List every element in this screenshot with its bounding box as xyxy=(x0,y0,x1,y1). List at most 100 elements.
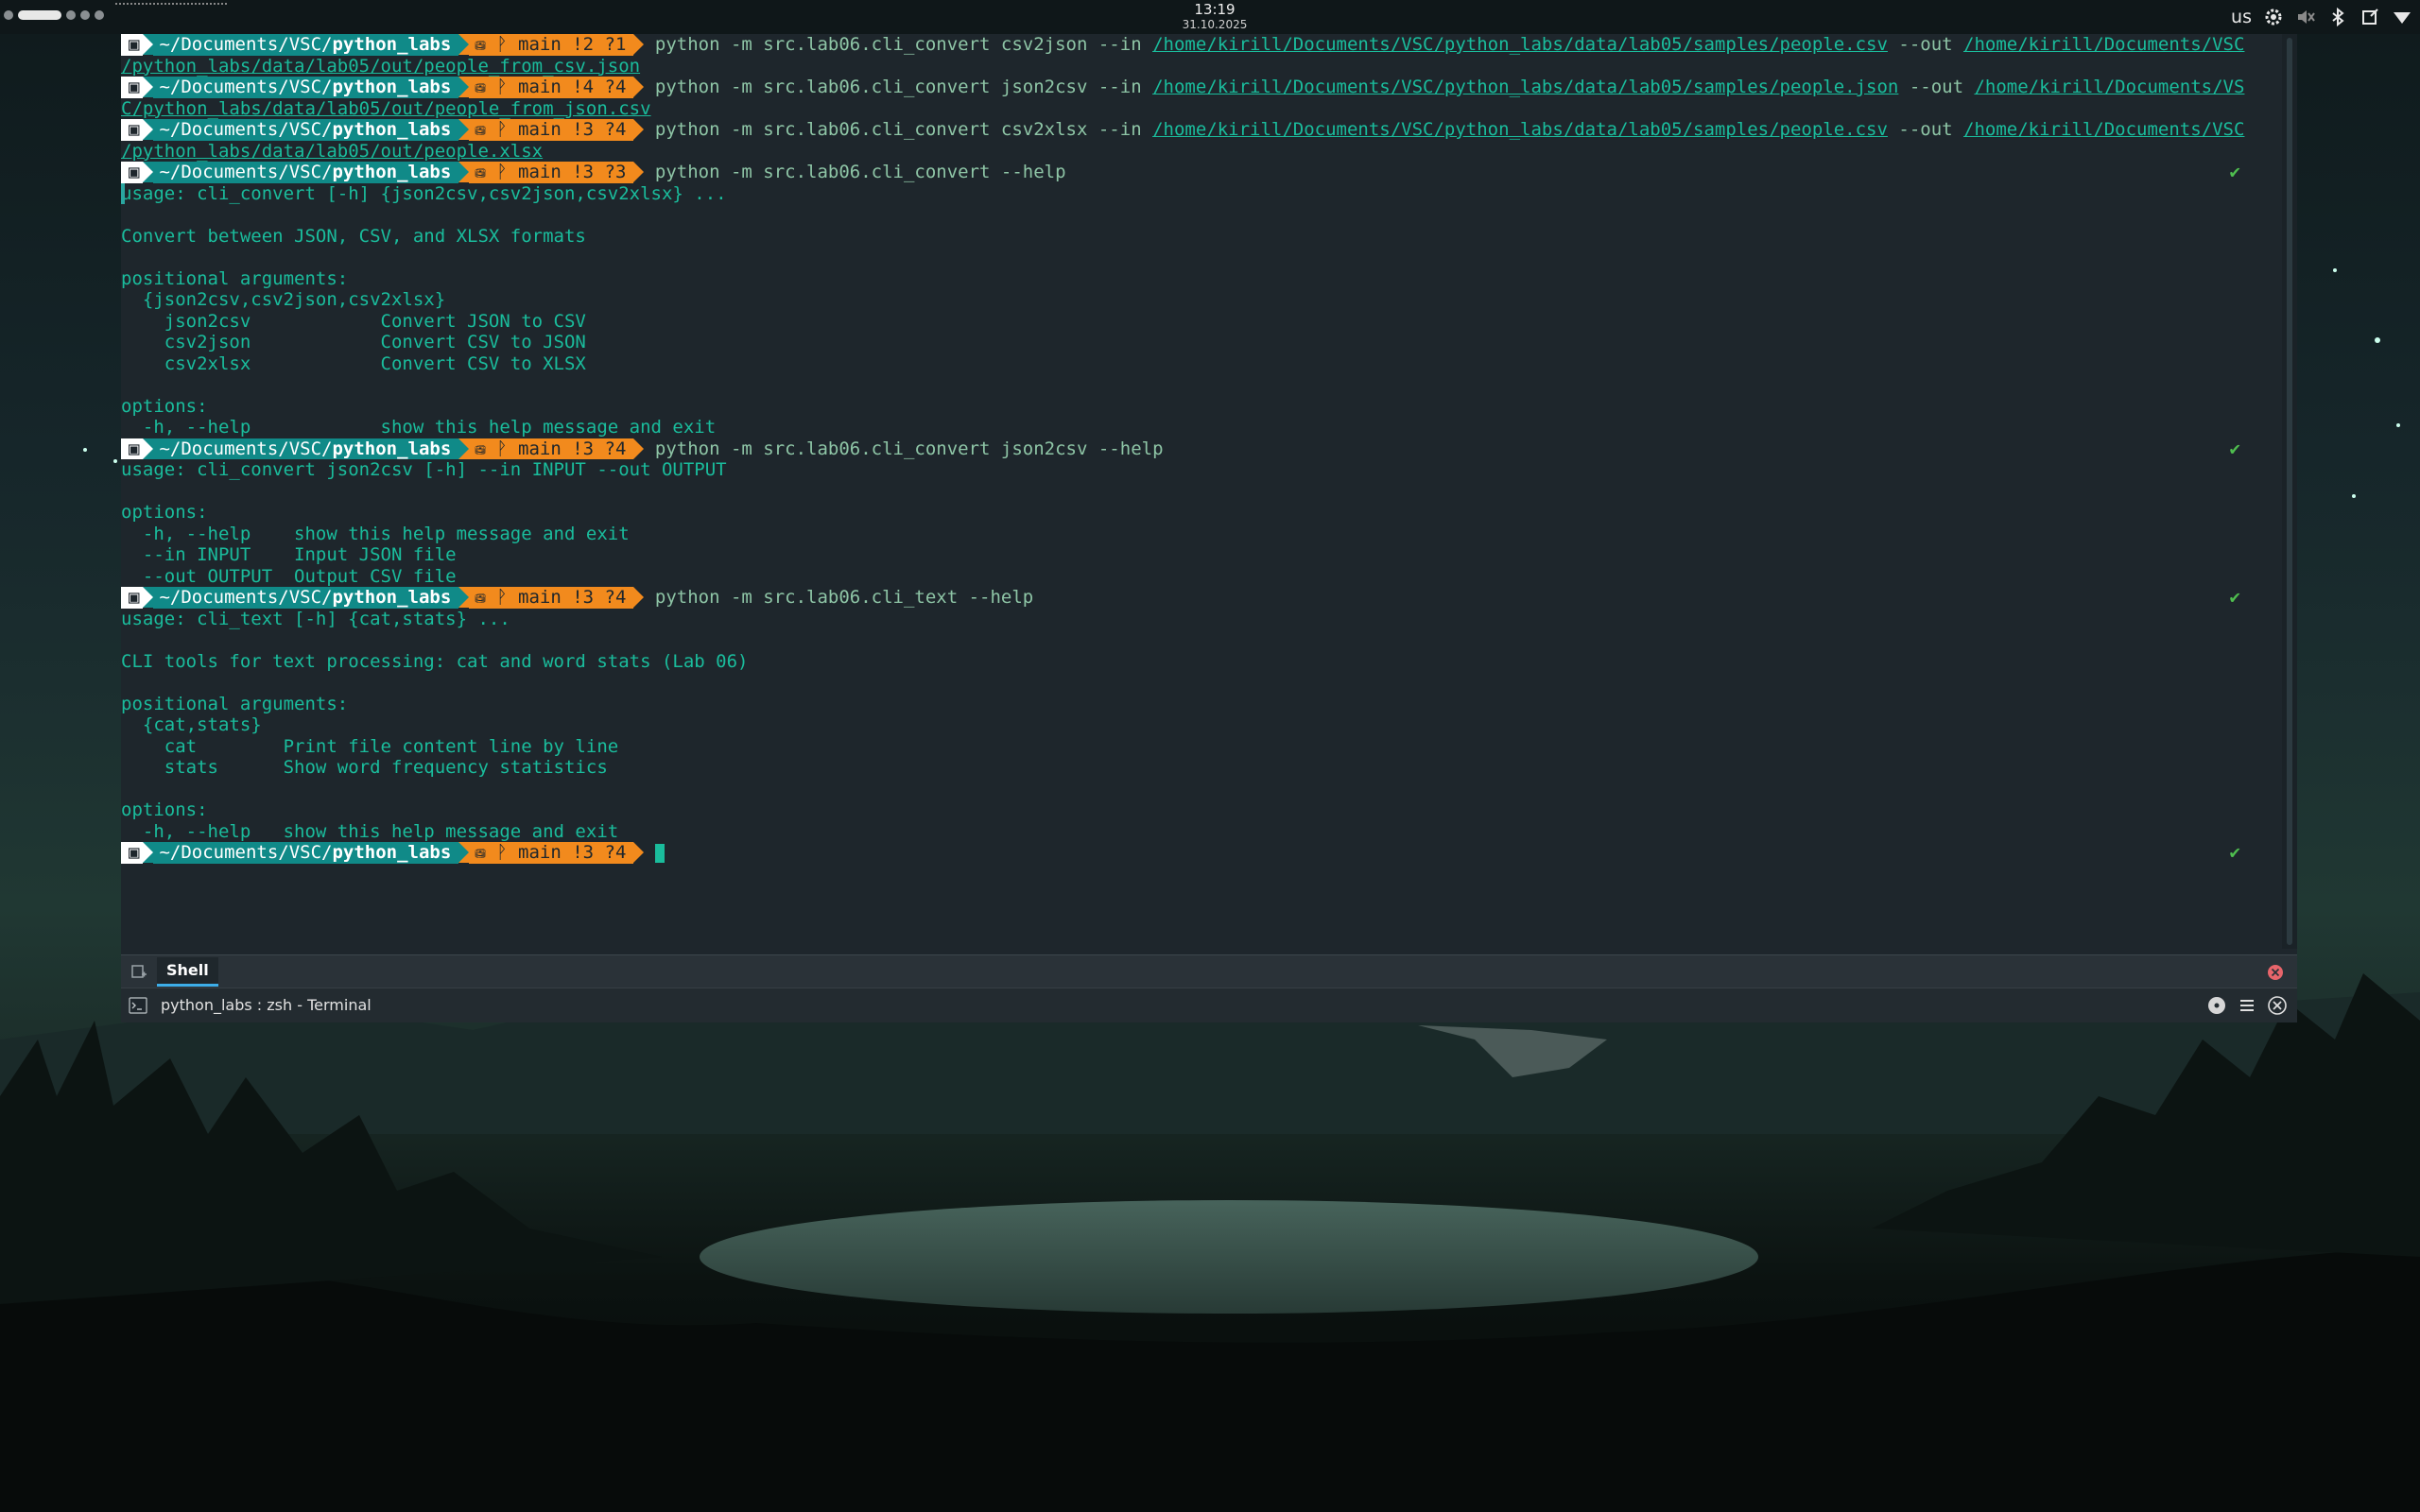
keyboard-layout[interactable]: us xyxy=(2231,7,2252,27)
prompt-line: ▣ ~/Documents/VSC/python_labs ⛁ ᚹ main !4 … xyxy=(121,77,2282,98)
prompt-path: ~/Documents/VSC/python_labs xyxy=(153,438,459,459)
prompt-path-dir: python_labs xyxy=(332,162,452,182)
prompt-path-prefix: ~/Documents/VSC/ xyxy=(159,842,333,863)
scrollbar[interactable] xyxy=(2282,34,2297,949)
prompt-path: ~/Documents/VSC/python_labs xyxy=(153,587,459,609)
command-text: --out xyxy=(1898,77,1975,97)
output-line: csv2json Convert CSV to JSON xyxy=(121,332,586,352)
os-icon: ▣ xyxy=(121,119,144,141)
os-icon: ▣ xyxy=(121,842,144,864)
prompt-path: ~/Documents/VSC/python_labs xyxy=(153,162,459,183)
command-text: python -m src.lab06.cli_text --help xyxy=(654,587,1034,608)
output-line: usage: cli_convert json2csv [-h] --in IN… xyxy=(121,459,727,480)
command-path: /home/kirill/Documents/VSC/python_labs/d… xyxy=(1152,119,1888,140)
volume-muted-icon[interactable] xyxy=(2295,7,2316,27)
output-line: positional arguments: xyxy=(121,267,349,289)
success-check-icon: ✔ xyxy=(2229,438,2240,459)
prompt-separator xyxy=(633,438,645,459)
command-text: python -m src.lab06.cli_convert csv2xlsx… xyxy=(654,119,1153,140)
os-icon: ▣ xyxy=(121,77,144,98)
clock-date: 31.10.2025 xyxy=(1182,18,1248,31)
command-text: python -m src.lab06.cli_convert --help xyxy=(654,162,1066,182)
new-tab-icon[interactable] xyxy=(130,963,147,980)
prompt-path: ~/Documents/VSC/python_labs xyxy=(153,842,459,864)
gear-icon[interactable] xyxy=(2263,7,2284,27)
network-icon[interactable] xyxy=(2392,7,2412,27)
prompt-path-prefix: ~/Documents/VSC/ xyxy=(159,119,333,140)
window-indicator[interactable] xyxy=(115,3,227,5)
os-icon: ▣ xyxy=(121,34,144,56)
bluetooth-icon[interactable] xyxy=(2327,7,2348,27)
terminal-window: ▣ ~/Documents/VSC/python_labs ⛁ ᚹ main !2 … xyxy=(121,34,2297,1022)
scrollbar-track[interactable] xyxy=(2287,38,2292,945)
workspace-pager[interactable] xyxy=(4,10,104,20)
prompt-line: ▣ ~/Documents/VSC/python_labs ⛁ ᚹ main !3 … xyxy=(121,119,2282,141)
close-icon[interactable] xyxy=(2267,964,2284,981)
git-status: !3 ?4 xyxy=(572,438,627,459)
git-branch: ⛁ ᚹ main xyxy=(475,162,562,182)
prompt-separator xyxy=(458,34,470,55)
command-path: /home/kirill/Documents/VS xyxy=(1974,77,2245,97)
git-status: !4 ?4 xyxy=(572,77,627,97)
prompt-separator xyxy=(143,587,154,608)
terminal-output[interactable]: ▣ ~/Documents/VSC/python_labs ⛁ ᚹ main !2 … xyxy=(121,34,2282,949)
workspace-dot[interactable] xyxy=(95,10,104,20)
wrapped-path-line: /python_labs/data/lab05/out/people.xlsx xyxy=(121,141,2282,163)
prompt-separator xyxy=(458,587,470,608)
clock[interactable]: 13:19 31.10.2025 xyxy=(1163,2,1267,32)
prompt-path-dir: python_labs xyxy=(332,119,452,140)
prompt-separator xyxy=(633,587,645,608)
prompt-line: ▣ ~/Documents/VSC/python_labs ⛁ ᚹ main !2 … xyxy=(121,34,2282,56)
command-path: C/python_labs/data/lab05/out/people_from… xyxy=(121,97,651,119)
prompt-separator xyxy=(143,162,154,182)
git-status: !3 ?4 xyxy=(572,119,627,140)
close-window-icon[interactable] xyxy=(2267,995,2288,1016)
prompt-path-prefix: ~/Documents/VSC/ xyxy=(159,77,333,97)
output-line: json2csv Convert JSON to CSV xyxy=(121,310,586,332)
prompt-git: ⛁ ᚹ main !3 ?3 xyxy=(469,162,634,183)
os-icon: ▣ xyxy=(121,438,144,459)
git-branch: ⛁ ᚹ main xyxy=(475,587,562,608)
prompt-git: ⛁ ᚹ main !2 ?1 xyxy=(469,34,634,56)
pin-icon[interactable] xyxy=(2206,995,2227,1016)
prompt-separator xyxy=(458,438,470,459)
tab-shell[interactable]: Shell xyxy=(157,957,218,987)
command-path: /python_labs/data/lab05/out/people.xlsx xyxy=(121,140,544,162)
output-line: CLI tools for text processing: cat and w… xyxy=(121,650,749,672)
system-tray: us xyxy=(2231,5,2412,29)
git-status: !3 ?4 xyxy=(572,842,627,863)
prompt-path-dir: python_labs xyxy=(332,77,452,97)
os-icon: ▣ xyxy=(121,587,144,609)
git-branch: ⛁ ᚹ main xyxy=(475,77,562,97)
title-bar[interactable]: python_labs : zsh - Terminal xyxy=(121,988,2297,1022)
success-check-icon: ✔ xyxy=(2229,162,2240,182)
output-line: -h, --help show this help message and ex… xyxy=(121,523,630,544)
prompt-path-prefix: ~/Documents/VSC/ xyxy=(159,587,333,608)
prompt-path-dir: python_labs xyxy=(332,587,452,608)
output-line: options: xyxy=(121,799,208,820)
workspace-dot[interactable] xyxy=(80,10,90,20)
prompt-separator xyxy=(458,119,470,140)
menu-icon[interactable] xyxy=(2237,995,2257,1016)
git-status: !2 ?1 xyxy=(572,34,627,55)
prompt-line: ▣ ~/Documents/VSC/python_labs ⛁ ᚹ main !3 … xyxy=(121,587,2282,609)
command-text: python -m src.lab06.cli_convert csv2json… xyxy=(654,34,1153,55)
output-line: positional arguments: xyxy=(121,693,349,714)
prompt-separator xyxy=(458,77,470,97)
prompt-path-prefix: ~/Documents/VSC/ xyxy=(159,34,333,55)
success-check-icon: ✔ xyxy=(2229,842,2240,863)
output-line: options: xyxy=(121,502,208,523)
prompt-separator xyxy=(143,119,154,140)
notes-icon[interactable] xyxy=(2360,7,2380,27)
prompt-git: ⛁ ᚹ main !3 ?4 xyxy=(469,842,634,864)
workspace-dot[interactable] xyxy=(4,10,13,20)
command-path: /home/kirill/Documents/VSC xyxy=(1963,34,2245,55)
output-line: options: xyxy=(121,395,208,417)
prompt-path-prefix: ~/Documents/VSC/ xyxy=(159,438,333,459)
prompt-line: ▣ ~/Documents/VSC/python_labs ⛁ ᚹ main !3 … xyxy=(121,162,2282,183)
workspace-active[interactable] xyxy=(18,10,61,20)
workspace-dot[interactable] xyxy=(66,10,76,20)
